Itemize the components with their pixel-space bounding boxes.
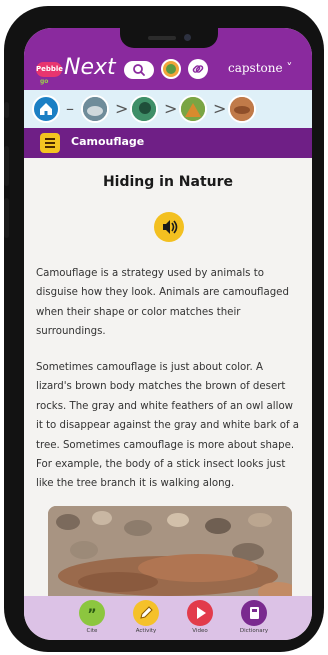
- user-avatar[interactable]: [161, 59, 181, 79]
- home-icon: [40, 103, 52, 115]
- share-link-button[interactable]: [188, 59, 208, 79]
- article-photo-lizard: [48, 506, 292, 606]
- dictionary-label: Dictionary: [239, 628, 269, 634]
- breadcrumb-animals[interactable]: [81, 95, 109, 123]
- bottom-toolbar: ” Cite Activity Video Dictionary: [24, 596, 312, 640]
- section-title: Camouflage: [71, 135, 145, 148]
- quote-icon: ”: [79, 600, 105, 626]
- video-label: Video: [192, 628, 208, 634]
- speaker-grille: [148, 36, 176, 40]
- breadcrumb-separator: >: [115, 99, 129, 118]
- mute-switch: [4, 102, 9, 118]
- breadcrumb-separator: >: [213, 99, 227, 118]
- activity-button[interactable]: Activity: [128, 600, 164, 640]
- menu-button[interactable]: [40, 133, 60, 153]
- category-thumbnail-icon: [132, 97, 156, 121]
- search-button[interactable]: [124, 61, 154, 79]
- lizard-thumbnail-icon: [230, 97, 254, 121]
- breadcrumb: – > > >: [24, 90, 312, 128]
- menu-line: [45, 146, 55, 148]
- section-titlebar: Camouflage: [24, 128, 312, 158]
- pebble-logo[interactable]: Pebble: [36, 62, 63, 77]
- speaker-icon: [163, 220, 178, 234]
- breadcrumb-separator: >: [164, 99, 178, 118]
- pebble-go-logo-text: go: [40, 78, 49, 85]
- breadcrumb-category[interactable]: [130, 95, 158, 123]
- app-screen: Pebble go Next capstone ˅ – > > > Camouf…: [24, 28, 312, 640]
- cite-button[interactable]: ” Cite: [74, 600, 110, 640]
- dictionary-button[interactable]: Dictionary: [236, 600, 272, 640]
- book-icon: [241, 600, 267, 626]
- article-paragraph-1: Camouflage is a strategy used by animals…: [36, 268, 289, 338]
- link-icon: [192, 65, 204, 73]
- read-aloud-button[interactable]: [154, 212, 184, 242]
- volume-down-button: [4, 198, 9, 238]
- article-paragraph-2: Sometimes camouflage is just about color…: [36, 362, 300, 490]
- video-button[interactable]: Video: [182, 600, 218, 640]
- breadcrumb-topic[interactable]: [179, 95, 207, 123]
- app-logo-next[interactable]: Next: [64, 55, 116, 80]
- breadcrumb-home[interactable]: [32, 95, 60, 123]
- search-icon: [133, 64, 145, 76]
- breadcrumb-separator: –: [66, 99, 74, 118]
- volume-up-button: [4, 146, 9, 186]
- menu-line: [45, 142, 55, 144]
- cite-label: Cite: [86, 628, 98, 634]
- breadcrumb-current[interactable]: [228, 95, 256, 123]
- front-camera: [184, 34, 191, 41]
- capstone-logo[interactable]: capstone ˅: [228, 61, 292, 75]
- article-heading: Hiding in Nature: [102, 174, 234, 190]
- phone-frame: Pebble go Next capstone ˅ – > > > Camouf…: [4, 6, 324, 652]
- menu-line: [45, 138, 55, 140]
- lizard-on-rocks-image: [48, 506, 292, 606]
- topic-thumbnail-icon: [181, 97, 205, 121]
- svg-text:”: ”: [87, 607, 96, 623]
- phone-notch: [120, 28, 218, 48]
- play-icon: [187, 600, 213, 626]
- pencil-icon: [133, 600, 159, 626]
- activity-label: Activity: [135, 628, 157, 634]
- animals-thumbnail-icon: [83, 97, 107, 121]
- article-content: Hiding in Nature Camouflage is a strateg…: [24, 158, 312, 606]
